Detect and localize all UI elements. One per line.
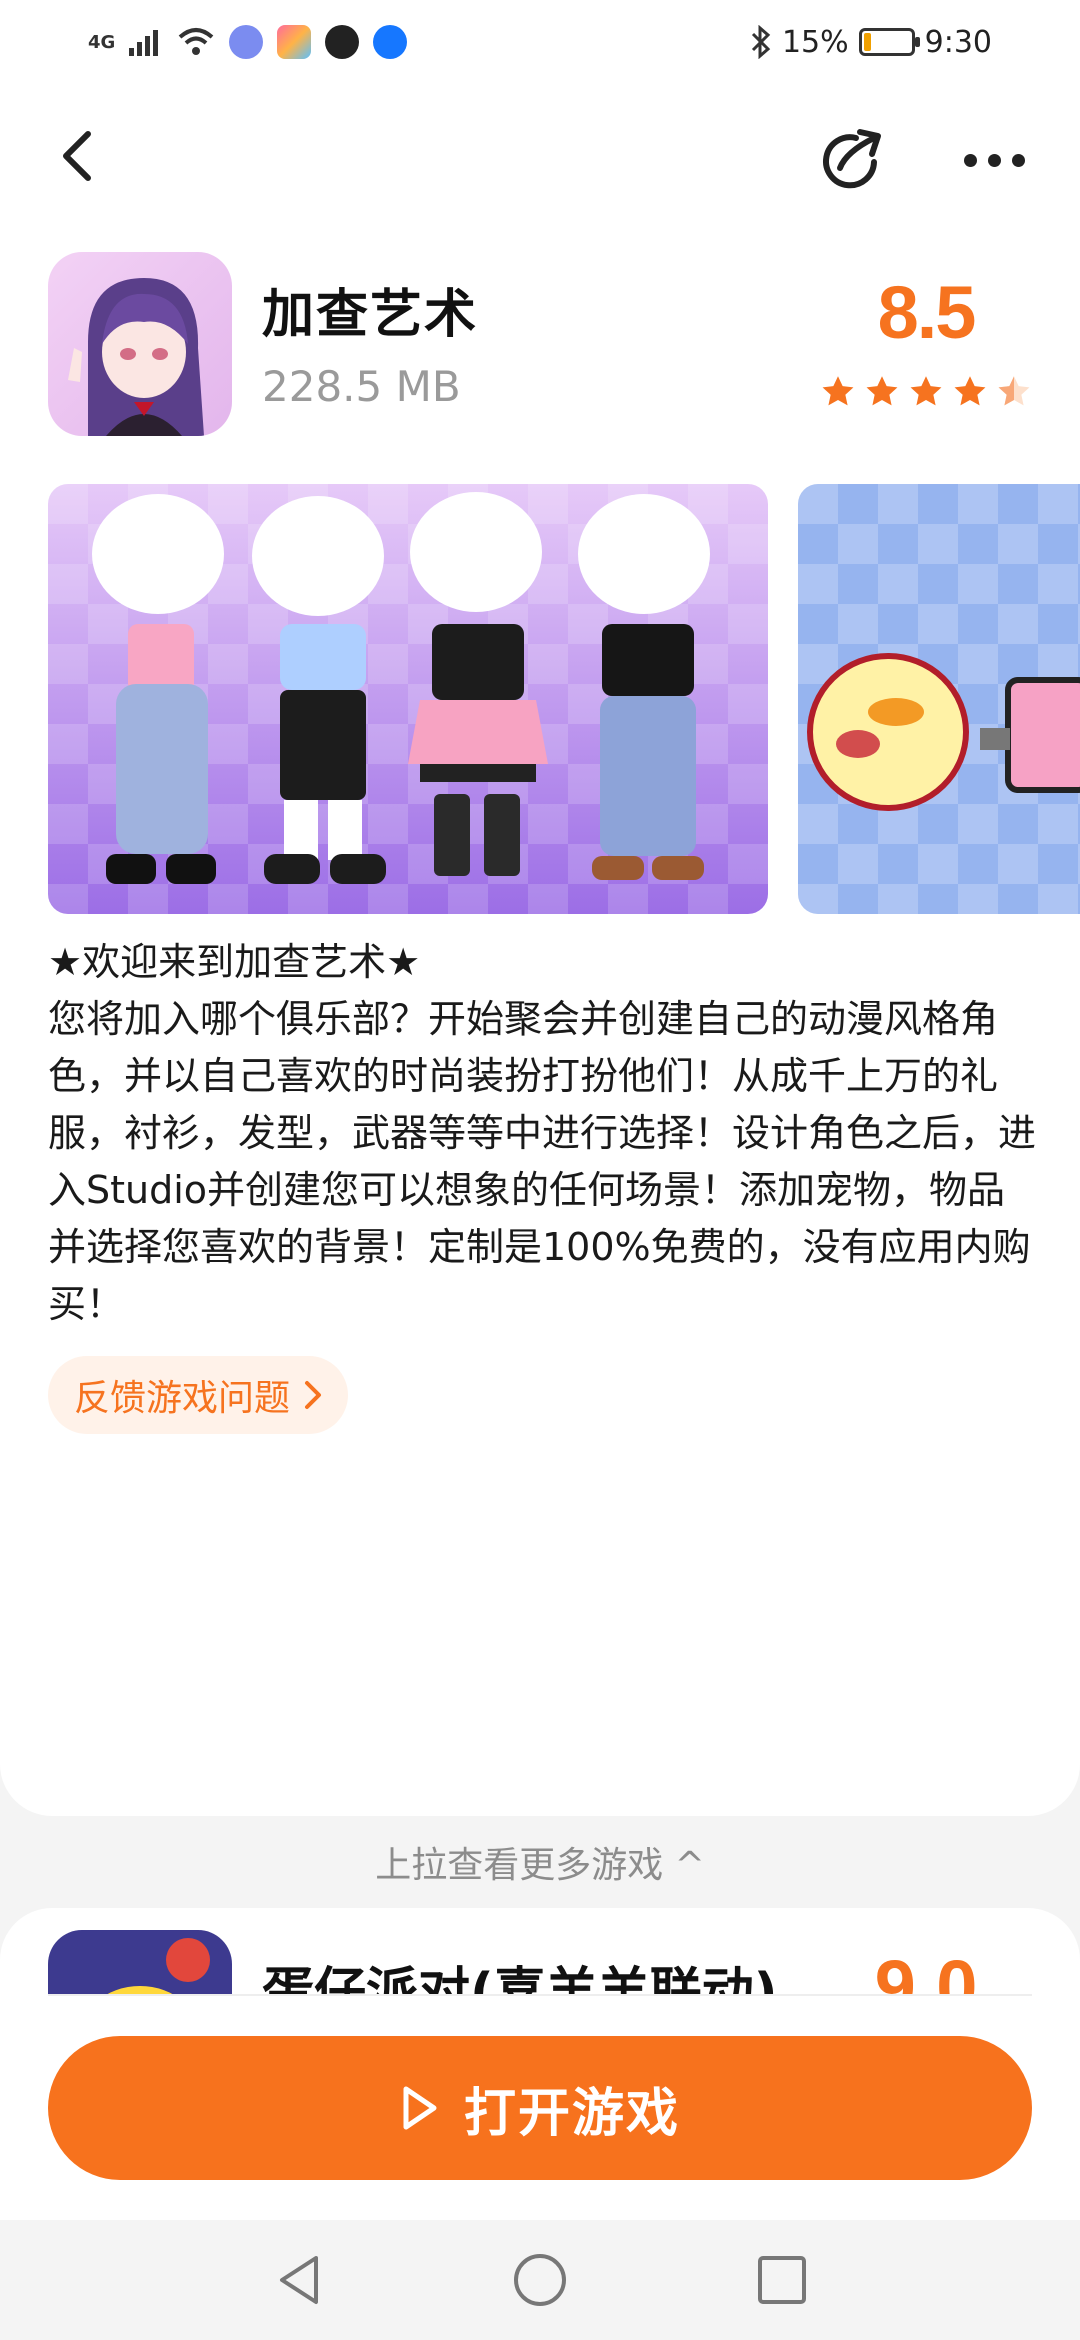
more-dot — [987, 153, 1001, 167]
status-bar: 4G 15% 9:30 — [0, 0, 1080, 86]
next-game-card[interactable]: 蛋仔派对(喜羊羊联动) 9.0 — [0, 1908, 1080, 2008]
wifi-icon — [178, 28, 214, 55]
share-button[interactable] — [816, 124, 888, 196]
app-icon — [48, 252, 232, 436]
chevron-right-icon — [305, 1381, 322, 1409]
system-back-button[interactable] — [270, 2250, 330, 2310]
feedback-label: 反馈游戏问题 — [74, 1378, 291, 1419]
star-icon — [866, 376, 898, 406]
pull-up-hint[interactable]: 上拉查看更多游戏 ^ — [0, 1836, 1080, 1888]
bluetooth-icon — [751, 25, 771, 59]
open-game-button[interactable]: 打开游戏 — [48, 2036, 1032, 2180]
more-dot — [1011, 153, 1025, 167]
system-home-button[interactable] — [512, 2252, 568, 2308]
app-size: 228.5 MB — [262, 362, 461, 411]
status-right: 15% 9:30 — [750, 20, 992, 64]
chevron-left-icon — [63, 131, 91, 181]
network-label: 4G — [88, 31, 116, 53]
divider — [48, 1994, 1032, 1996]
alipay-app-icon — [373, 25, 408, 59]
signal-icon — [129, 30, 159, 56]
gallery-app-icon — [277, 25, 312, 59]
more-dot — [963, 153, 977, 167]
description-body: 您将加入哪个俱乐部？开始聚会并创建自己的动漫风格角色，并以自己喜欢的时尚装扮打扮… — [48, 997, 1037, 1326]
more-button[interactable] — [958, 124, 1030, 196]
screenshot-2[interactable] — [798, 484, 1080, 914]
square-recents-icon — [758, 2256, 806, 2304]
clock: 9:30 — [924, 24, 992, 60]
screenshot-1[interactable] — [48, 484, 768, 914]
system-recents-button[interactable] — [756, 2254, 808, 2306]
battery-percent: 15% — [781, 24, 849, 60]
triangle-back-icon — [280, 2256, 318, 2304]
share-icon — [823, 129, 881, 189]
game-description: ★欢迎来到加查艺术★ 您将加入哪个俱乐部？开始聚会并创建自己的动漫风格角色，并以… — [48, 934, 1038, 1333]
rating-score: 8.5 — [877, 271, 977, 354]
status-left: 4G — [88, 20, 408, 64]
star-icon — [954, 376, 986, 406]
rating-stars — [820, 374, 1032, 410]
back-button[interactable] — [46, 120, 106, 192]
star-half-icon — [998, 376, 1030, 406]
star-icon — [822, 376, 854, 406]
open-game-label: 打开游戏 — [463, 2083, 680, 2144]
app-title: 加查艺术 — [262, 285, 479, 345]
play-icon — [403, 2086, 437, 2130]
battery-icon — [858, 28, 920, 56]
star-icon — [910, 376, 942, 406]
circle-home-icon — [514, 2254, 566, 2306]
description-heading: ★欢迎来到加查艺术★ — [48, 940, 421, 984]
tiktok-app-icon — [325, 25, 360, 59]
feedback-button[interactable]: 反馈游戏问题 — [48, 1356, 349, 1434]
music-app-icon — [229, 25, 264, 59]
